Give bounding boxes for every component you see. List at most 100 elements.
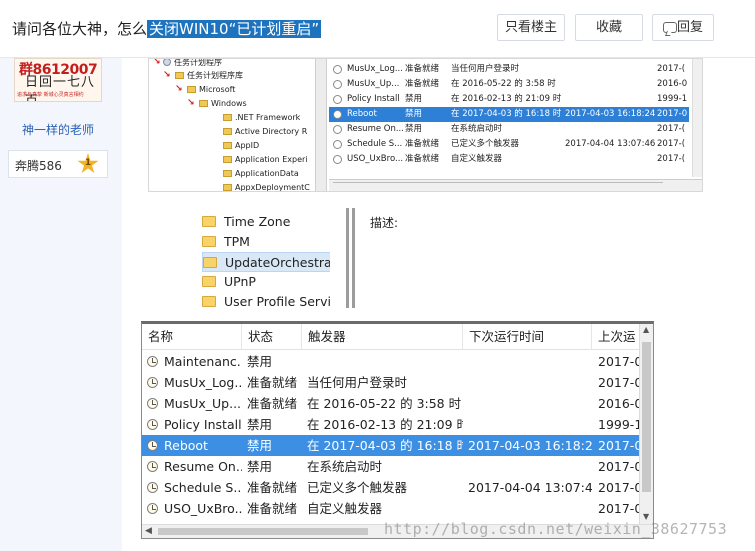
post-title-prefix: 请问各位大神，怎么 — [12, 20, 148, 38]
author-card: 奔腾586 1 — [8, 150, 108, 178]
description-label: 描述: — [370, 216, 399, 230]
folder-item-tpm[interactable]: TPM — [202, 232, 332, 252]
pane-splitter[interactable] — [315, 59, 327, 191]
task-clock-icon — [147, 377, 158, 388]
watermark: http://blog.csdn.net/weixin_38627753 — [384, 520, 728, 538]
folder-item-time-zone[interactable]: Time Zone — [202, 212, 332, 232]
scroll-up-arrow-icon[interactable]: ▲ — [643, 326, 651, 334]
detail-tabs[interactable] — [333, 182, 663, 191]
task-clock-icon — [333, 155, 342, 164]
red-arrow-icon: ↘ — [153, 58, 161, 67]
table-row[interactable]: USO_UxBro... 准备就绪 自定义触发器 2017-( — [329, 152, 689, 167]
task-clock-icon — [147, 503, 158, 514]
table-row[interactable]: MusUx_Up... 准备就绪在 2016-05-22 的 3:58 时 2016… — [142, 393, 642, 414]
table-header: 名称 状态 触发器 下次运行时间 上次运 — [142, 324, 642, 350]
column-header-last-run[interactable]: 上次运 — [592, 324, 642, 350]
avatar[interactable]: 群8612007 日回一七八百 追求与真挚 新城心灵真言相约 — [14, 58, 102, 102]
task-clock-icon — [333, 65, 342, 74]
table-row-selected[interactable]: Reboot 禁用在 2017-04-03 的 16:18 时 2017-04-03… — [142, 435, 642, 456]
task-clock-icon — [147, 482, 158, 493]
reply-button[interactable]: 回复 — [652, 14, 714, 41]
tree-item[interactable]: 任务计划程序 — [163, 59, 222, 69]
post-title-highlight: 关闭WIN10“已计划重启” — [147, 20, 322, 38]
scroll-left-arrow-icon[interactable]: ◀ — [145, 525, 152, 538]
comment-icon — [663, 22, 677, 33]
folder-item-user-profile[interactable]: User Profile Servic — [202, 292, 338, 308]
table-row[interactable]: Policy Install 禁用在 2016-02-13 的 21:09 时 19… — [329, 92, 689, 107]
landlord-only-button[interactable]: 只看楼主 — [497, 14, 565, 41]
tree-item[interactable]: 任务计划程序库 — [175, 70, 243, 82]
folder-icon — [223, 114, 232, 121]
scroll-thumb[interactable] — [158, 528, 368, 535]
folder-icon — [223, 142, 232, 149]
reply-label: 回复 — [676, 20, 703, 35]
scheduler-tree: ↘ 任务计划程序 ↘ 任务计划程序库 ↘ Microsoft ↘ Windows… — [149, 58, 310, 191]
red-arrow-icon: ↘ — [175, 84, 183, 94]
pane-splitter[interactable] — [330, 208, 356, 308]
task-scheduler-screenshot-small: ↘ 任务计划程序 ↘ 任务计划程序库 ↘ Microsoft ↘ Windows… — [148, 58, 703, 192]
post-title: 请问各位大神，怎么 关闭WIN10“已计划重启” — [12, 17, 322, 41]
task-clock-icon — [147, 461, 158, 472]
scroll-thumb[interactable] — [642, 342, 651, 492]
favorite-button[interactable]: 收藏 — [575, 14, 643, 41]
folder-item-upnp[interactable]: UPnP — [202, 272, 332, 292]
column-header-name[interactable]: 名称 — [142, 324, 242, 350]
folder-icon — [223, 128, 232, 135]
table-row[interactable]: Policy Install 禁用在 2016-02-13 的 21:09 时 19… — [142, 414, 642, 435]
avatar-text-3: 追求与真挚 新城心灵真言相约 — [17, 92, 84, 98]
task-clock-icon — [333, 80, 342, 89]
task-clock-icon — [147, 419, 158, 430]
task-clock-icon — [147, 440, 158, 451]
folder-icon — [223, 156, 232, 163]
column-header-status[interactable]: 状态 — [242, 324, 302, 350]
task-clock-icon — [333, 125, 342, 134]
tree-item[interactable]: Microsoft — [187, 84, 235, 96]
column-header-next-run[interactable]: 下次运行时间 — [463, 324, 592, 350]
folder-icon — [203, 257, 217, 268]
table-row[interactable]: USO_UxBro... 准备就绪 自定义触发器 2017-0 — [142, 498, 642, 519]
red-arrow-icon: ↘ — [187, 98, 195, 108]
folder-icon — [223, 184, 232, 191]
level-star-icon: 1 — [77, 153, 99, 174]
vertical-scrollbar[interactable] — [692, 59, 702, 177]
tree-item[interactable]: ApplicationData — [223, 168, 299, 180]
table-row[interactable]: Resume On... 禁用 在系统启动时 2017-( — [329, 122, 689, 137]
bottom-tab-strip[interactable] — [329, 179, 702, 191]
task-clock-icon — [147, 398, 158, 409]
column-header-trigger[interactable]: 触发器 — [302, 324, 463, 350]
table-row-selected[interactable]: Reboot 禁用在 2017-04-03 的 16:18 时 2017-04-03… — [329, 107, 689, 122]
folder-icon — [175, 72, 184, 79]
folder-icon — [202, 296, 216, 307]
task-clock-icon — [333, 140, 342, 149]
level-number: 1 — [84, 158, 92, 168]
tree-item[interactable]: Windows — [199, 98, 247, 110]
author-nickname[interactable]: 神一样的老师 — [22, 121, 94, 138]
author-username[interactable]: 奔腾586 — [15, 157, 62, 174]
folder-item-updateorchestrator[interactable]: UpdateOrchestrat — [202, 252, 337, 272]
folder-icon — [202, 216, 216, 227]
tree-item[interactable]: AppxDeploymentC — [223, 182, 310, 191]
tree-item[interactable]: Active Directory R — [223, 126, 307, 138]
table-row[interactable]: Schedule S... 准备就绪 已定义多个触发器 2017-04-04 13:0… — [142, 477, 642, 498]
table-row[interactable]: Resume On... 禁用 在系统启动时 2017-0 — [142, 456, 642, 477]
table-row[interactable]: Maintenanc... 禁用 2017-0 — [142, 351, 642, 372]
folder-icon — [187, 86, 196, 93]
red-arrow-icon: ↘ — [163, 70, 171, 80]
vertical-scrollbar[interactable]: ▲ ▼ — [639, 324, 653, 525]
tree-item[interactable]: AppID — [223, 140, 259, 152]
task-clock-icon — [333, 110, 342, 119]
task-list-small: MusUx_Log... 准备就绪 当任何用户登录时 2017-( MusUx_Up.… — [329, 59, 702, 191]
table-row[interactable]: Schedule S... 准备就绪 已定义多个触发器 2017-04-04 13:0… — [329, 137, 689, 152]
table-row[interactable]: MusUx_Log... 准备就绪 当任何用户登录时 2017-0 — [142, 372, 642, 393]
tree-item[interactable]: Application Experi — [223, 154, 308, 166]
folder-icon — [202, 236, 216, 247]
folder-icon — [199, 100, 208, 107]
tree-item[interactable]: .NET Framework — [223, 112, 300, 124]
table-row[interactable]: MusUx_Up... 准备就绪在 2016-05-22 的 3:58 时 2016… — [329, 77, 689, 92]
scheduler-icon — [163, 59, 171, 66]
folder-icon — [223, 170, 232, 177]
task-list-screenshot: 名称 状态 触发器 下次运行时间 上次运 Maintenanc... 禁用 2017… — [141, 321, 654, 539]
task-clock-icon — [333, 95, 342, 104]
table-row[interactable]: MusUx_Log... 准备就绪 当任何用户登录时 2017-( — [329, 62, 689, 77]
task-clock-icon — [147, 356, 158, 367]
